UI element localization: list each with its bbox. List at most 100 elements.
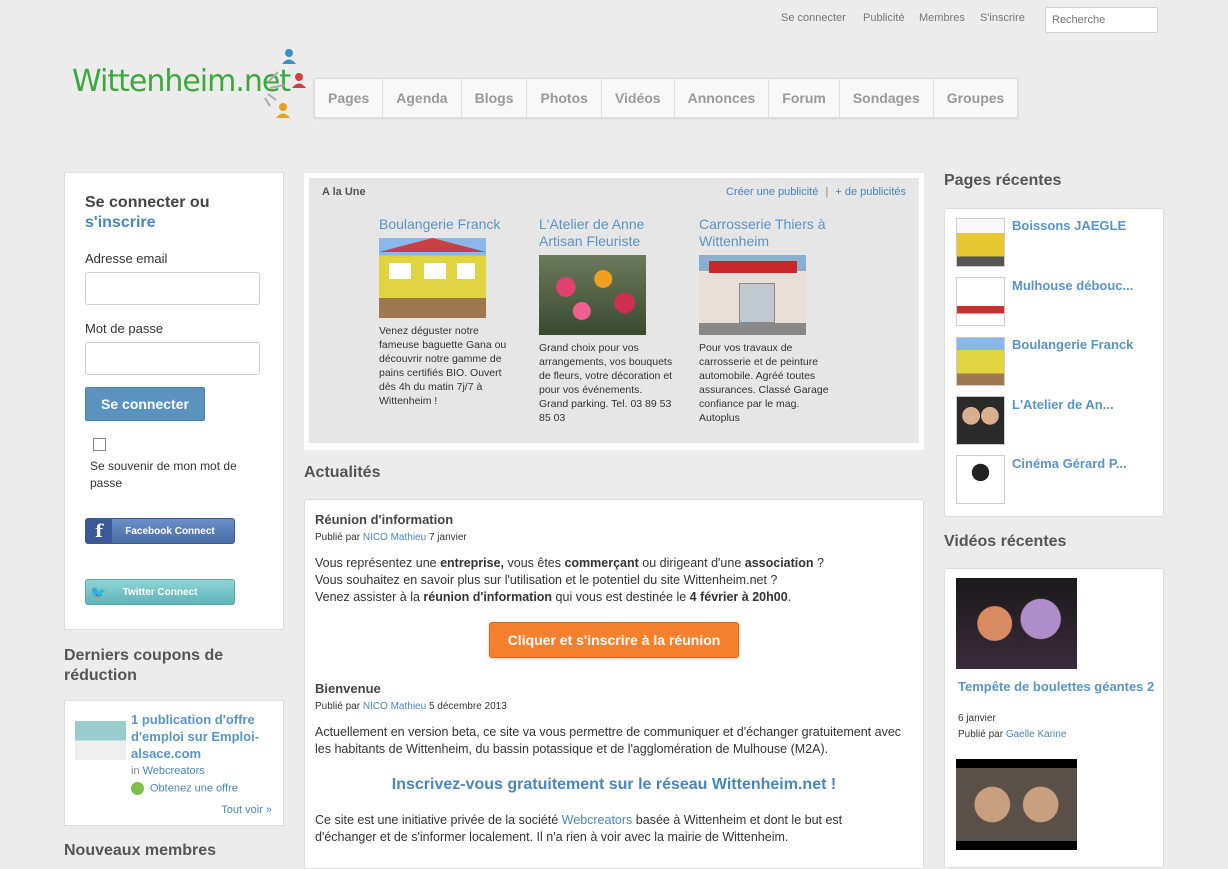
video-thumb-2[interactable] (956, 759, 1077, 850)
signup-title-link[interactable]: s'inscrire (85, 214, 156, 232)
post2-intro: Actuellement en version beta, ce site va… (315, 725, 902, 756)
recent-page-4[interactable]: L'Atelier de An... (1012, 397, 1114, 412)
recent-page-1[interactable]: Boissons JAEGLE (1012, 218, 1126, 233)
facebook-label: Facebook Connect (125, 526, 215, 537)
recent-videos-box: Tempête de boulettes géantes 2 6 janvier… (944, 568, 1164, 868)
post2-meta: Publié par NICO Mathieu 5 décembre 2013 (315, 701, 507, 712)
flowers-image[interactable] (539, 255, 646, 335)
see-all-link[interactable]: Tout voir » (221, 804, 272, 816)
featured-desc-2: Grand choix pour vos arrangements, vos b… (539, 342, 673, 424)
nav-photos[interactable]: Photos (527, 79, 602, 117)
post1-line3: Venez assister à la réunion d'informatio… (315, 590, 792, 604)
bakery-image[interactable] (379, 238, 486, 318)
featured-desc-1: Venez déguster notre fameuse baguette Ga… (379, 325, 507, 407)
recent-page-thumb-2[interactable] (956, 277, 1005, 326)
create-ad-link[interactable]: Créer une publicité (726, 186, 818, 198)
nav-sondages[interactable]: Sondages (840, 79, 934, 117)
coupons-title: Derniers coupons de réduction (64, 647, 224, 684)
twitter-connect-button[interactable]: 🐦 Twitter Connect (85, 579, 235, 605)
get-offer[interactable]: Obtenez une offre (131, 782, 238, 795)
recent-page-thumb-4[interactable] (956, 396, 1005, 445)
post1-body: Vous représentez une entreprise, vous êt… (315, 555, 915, 606)
post1-title[interactable]: Réunion d'information (315, 512, 453, 527)
post1-date: 7 janvier (428, 532, 467, 543)
people-network-icon (264, 49, 306, 118)
password-field[interactable] (85, 342, 260, 375)
video-1-author-link[interactable]: Gaelle Karine (1006, 729, 1067, 740)
recent-page-thumb-1[interactable] (956, 218, 1005, 267)
search-input[interactable] (1045, 7, 1158, 33)
recent-page-2[interactable]: Mulhouse débouc... (1012, 278, 1133, 293)
coupon-in: in Webcreators (131, 765, 205, 777)
featured-panel: A la Une Créer une publicité | + de publ… (309, 178, 919, 443)
get-offer-link[interactable]: Obtenez une offre (150, 782, 238, 794)
nav-agenda[interactable]: Agenda (383, 79, 462, 117)
in-label: in (131, 765, 140, 777)
featured-heading: A la Une (322, 186, 366, 198)
post2-date: 5 décembre 2013 (428, 701, 507, 712)
published-by-label: Publié par (958, 729, 1004, 740)
members-link[interactable]: Membres (919, 12, 965, 24)
featured-title-1[interactable]: Boulangerie Franck (379, 216, 519, 233)
news-box: Réunion d'information Publié par NICO Ma… (304, 499, 924, 869)
site-logo[interactable]: Wittenheim.net (70, 44, 310, 124)
post2-title[interactable]: Bienvenue (315, 681, 381, 696)
video-1-title[interactable]: Tempête de boulettes géantes 2 (958, 679, 1158, 695)
featured-section: A la Une Créer une publicité | + de publ… (304, 172, 924, 450)
webcreators-link[interactable]: Webcreators (143, 765, 205, 777)
facebook-connect-button[interactable]: f Facebook Connect (85, 518, 235, 544)
new-members-title: Nouveaux membres (64, 842, 217, 859)
twitter-bird-icon: 🐦 (90, 585, 107, 600)
more-ads-link[interactable]: + de publicités (835, 186, 906, 198)
post1-author-link[interactable]: NICO Mathieu (363, 532, 426, 543)
recent-page-thumb-3[interactable] (956, 337, 1005, 386)
main-nav: Pages Agenda Blogs Photos Vidéos Annonce… (314, 78, 1019, 118)
garage-image[interactable] (699, 255, 806, 335)
video-1-date: 6 janvier (958, 713, 996, 724)
post2-body: Ce site est une initiative privée de la … (315, 813, 843, 844)
nav-forum[interactable]: Forum (769, 79, 840, 117)
nav-pages[interactable]: Pages (315, 79, 384, 117)
recent-page-5[interactable]: Cinéma Gérard P... (1012, 456, 1127, 471)
recent-pages-title: Pages récentes (944, 172, 1062, 189)
twitter-label: Twitter Connect (122, 587, 198, 598)
featured-separator: | (825, 186, 829, 198)
video-thumb-1[interactable] (956, 578, 1077, 669)
signup-link[interactable]: S'inscrire (980, 12, 1025, 24)
post2-author-link[interactable]: NICO Mathieu (363, 701, 426, 712)
remember-checkbox[interactable] (93, 438, 106, 451)
nav-groupes[interactable]: Groupes (934, 79, 1018, 117)
recent-page-thumb-5[interactable] (956, 455, 1005, 504)
post1-line1: Vous représentez une entreprise, vous êt… (315, 556, 824, 570)
webcreators-link[interactable]: Webcreators (562, 813, 633, 827)
featured-desc-3: Pour vos travaux de carrosserie et de pe… (699, 342, 829, 424)
coupon-thumbnail[interactable] (75, 711, 126, 760)
published-by-label: Publié par (315, 532, 361, 543)
coupon-title-link[interactable]: 1 publication d'offre d'emploi sur Emplo… (131, 711, 276, 762)
login-link[interactable]: Se connecter (781, 12, 846, 24)
signup-cta[interactable]: Inscrivez-vous gratuitement sur le résea… (305, 776, 923, 794)
remember-label: Se souvenir de mon mot de passe (90, 459, 237, 490)
nav-annonces[interactable]: Annonces (675, 79, 770, 117)
recent-page-3[interactable]: Boulangerie Franck (1012, 337, 1133, 352)
recent-pages-box: Boissons JAEGLE Mulhouse débouc... Boula… (944, 208, 1164, 517)
login-box: Se connecter ou s'inscrire Adresse email… (64, 172, 284, 630)
video-1-meta: Publié par Gaelle Karine (958, 729, 1066, 740)
login-title: Se connecter ou (85, 194, 210, 211)
email-field[interactable] (85, 272, 260, 305)
post1-meta: Publié par NICO Mathieu 7 janvier (315, 532, 467, 543)
featured-title-3[interactable]: Carrosserie Thiers à Wittenheim (699, 216, 839, 250)
featured-links: Créer une publicité | + de publicités (726, 186, 906, 198)
advertising-link[interactable]: Publicité (863, 12, 905, 24)
recent-videos-title: Vidéos récentes (944, 533, 1067, 550)
nav-videos[interactable]: Vidéos (602, 79, 675, 117)
featured-title-2[interactable]: L'Atelier de Anne Artisan Fleuriste (539, 216, 679, 250)
nav-blogs[interactable]: Blogs (462, 79, 528, 117)
coupons-box: 1 publication d'offre d'emploi sur Emplo… (64, 700, 284, 826)
published-by-label: Publié par (315, 701, 361, 712)
post1-line2: Vous souhaitez en savoir plus sur l'util… (315, 573, 778, 587)
register-meeting-button[interactable]: Cliquer et s'inscrire à la réunion (489, 622, 739, 658)
login-button[interactable]: Se connecter (85, 387, 205, 421)
facebook-icon: f (86, 519, 112, 543)
news-title: Actualités (304, 464, 381, 481)
